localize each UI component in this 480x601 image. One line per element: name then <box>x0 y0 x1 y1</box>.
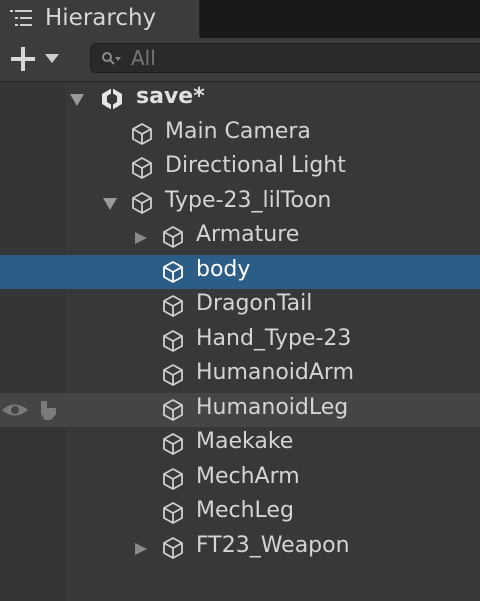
hierarchy-item-maekake[interactable]: Maekake <box>0 427 480 461</box>
hierarchy-item-ft23-weapon[interactable]: FT23_Weapon <box>0 531 480 565</box>
item-label: Main Camera <box>165 119 311 144</box>
gameobject-cube-icon <box>163 364 183 386</box>
chevron-down-icon[interactable] <box>45 54 59 64</box>
gameobject-cube-icon <box>163 226 183 248</box>
hierarchy-item-armature[interactable]: Armature <box>0 220 480 254</box>
pickable-hand-icon[interactable] <box>37 398 61 422</box>
expand-down-arrow-icon[interactable] <box>103 198 117 210</box>
gameobject-cube-icon <box>132 192 152 214</box>
gameobject-cube-icon <box>132 123 152 145</box>
item-label: HumanoidLeg <box>196 395 349 420</box>
hierarchy-item-type-23-liltoon[interactable]: Type-23_lilToon <box>0 186 480 220</box>
hierarchy-item-main-camera[interactable]: Main Camera <box>0 117 480 151</box>
item-label: Directional Light <box>165 153 346 178</box>
gameobject-cube-icon <box>163 261 183 283</box>
search-icon <box>102 52 121 65</box>
gameobject-cube-icon <box>163 295 183 317</box>
expand-right-arrow-icon[interactable] <box>134 543 148 555</box>
gameobject-cube-icon <box>163 502 183 524</box>
gameobject-cube-icon <box>132 157 152 179</box>
hierarchy-item-hand-type-23[interactable]: Hand_Type-23 <box>0 324 480 358</box>
hierarchy-item-mecharm[interactable]: MechArm <box>0 462 480 496</box>
hierarchy-item-humanoidarm[interactable]: HumanoidArm <box>0 358 480 392</box>
item-label: body <box>196 257 251 282</box>
item-label: Type-23_lilToon <box>165 188 332 213</box>
hierarchy-list-icon <box>10 10 32 26</box>
hierarchy-item-humanoidleg[interactable]: HumanoidLeg <box>0 393 480 427</box>
item-label: HumanoidArm <box>196 360 355 385</box>
search-field[interactable] <box>90 43 480 73</box>
item-label: MechLeg <box>196 498 294 523</box>
unity-scene-icon <box>102 88 122 110</box>
gameobject-cube-icon <box>163 399 183 421</box>
scene-label: save* <box>136 84 205 109</box>
item-label: FT23_Weapon <box>196 533 350 558</box>
tab-label: Hierarchy <box>45 5 157 31</box>
gameobject-cube-icon <box>163 433 183 455</box>
hierarchy-item-dragontail[interactable]: DragonTail <box>0 289 480 323</box>
expand-down-arrow-icon[interactable] <box>70 94 84 106</box>
hierarchy-item-directional-light[interactable]: Directional Light <box>0 151 480 185</box>
add-plus-icon[interactable] <box>10 46 36 72</box>
item-label: Maekake <box>196 429 294 454</box>
scene-row[interactable]: save* <box>0 82 480 116</box>
tab-strip: Hierarchy <box>0 0 480 38</box>
gameobject-cube-icon <box>163 330 183 352</box>
item-label: Armature <box>196 222 300 247</box>
visibility-eye-icon[interactable] <box>0 399 30 421</box>
toolbar <box>0 38 480 82</box>
gameobject-cube-icon <box>163 537 183 559</box>
item-label: MechArm <box>196 464 300 489</box>
tab-hierarchy[interactable]: Hierarchy <box>0 0 200 38</box>
item-label: DragonTail <box>196 291 313 316</box>
expand-right-arrow-icon[interactable] <box>134 232 148 244</box>
hierarchy-item-body[interactable]: body <box>0 255 480 289</box>
item-label: Hand_Type-23 <box>196 326 352 351</box>
gameobject-cube-icon <box>163 468 183 490</box>
hierarchy-item-mechleg[interactable]: MechLeg <box>0 496 480 530</box>
search-input[interactable] <box>131 46 431 70</box>
